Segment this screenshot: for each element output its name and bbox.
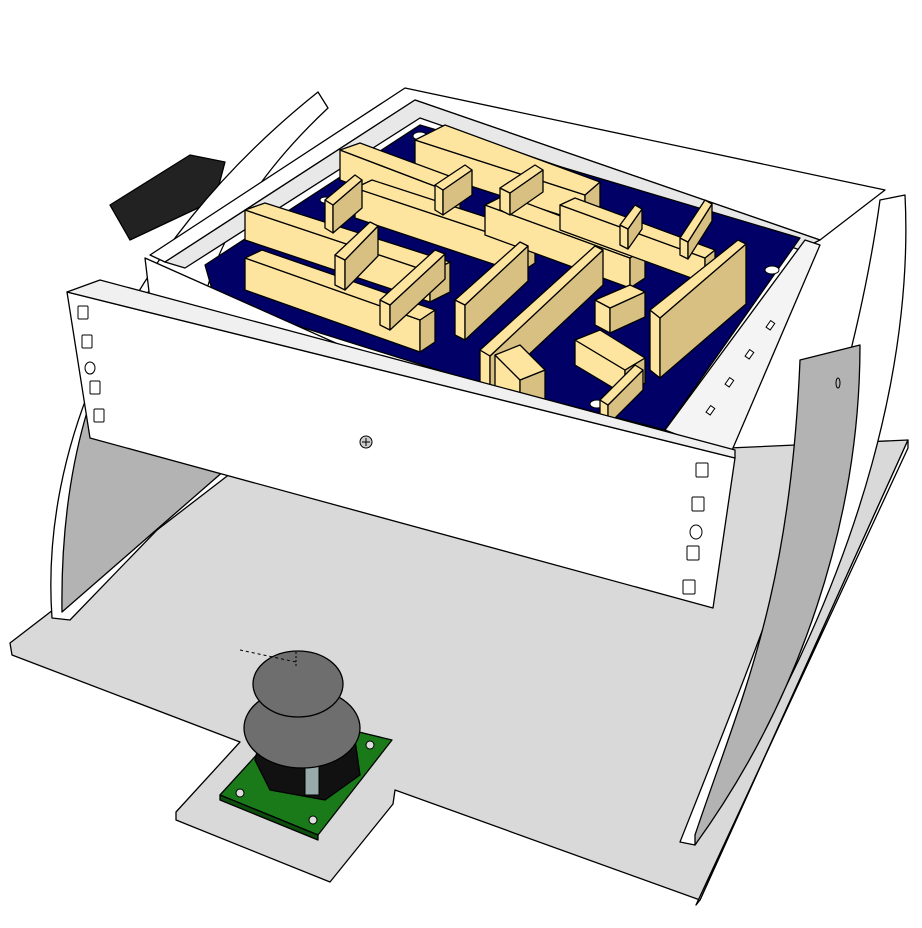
joystick-knob-top (252, 650, 344, 718)
maze-wall-side (649, 309, 661, 379)
screw-icon (359, 435, 373, 449)
maze-assembly-render (9, 87, 909, 906)
maze-wall-side (454, 299, 466, 341)
maze-wall-side (334, 254, 346, 291)
